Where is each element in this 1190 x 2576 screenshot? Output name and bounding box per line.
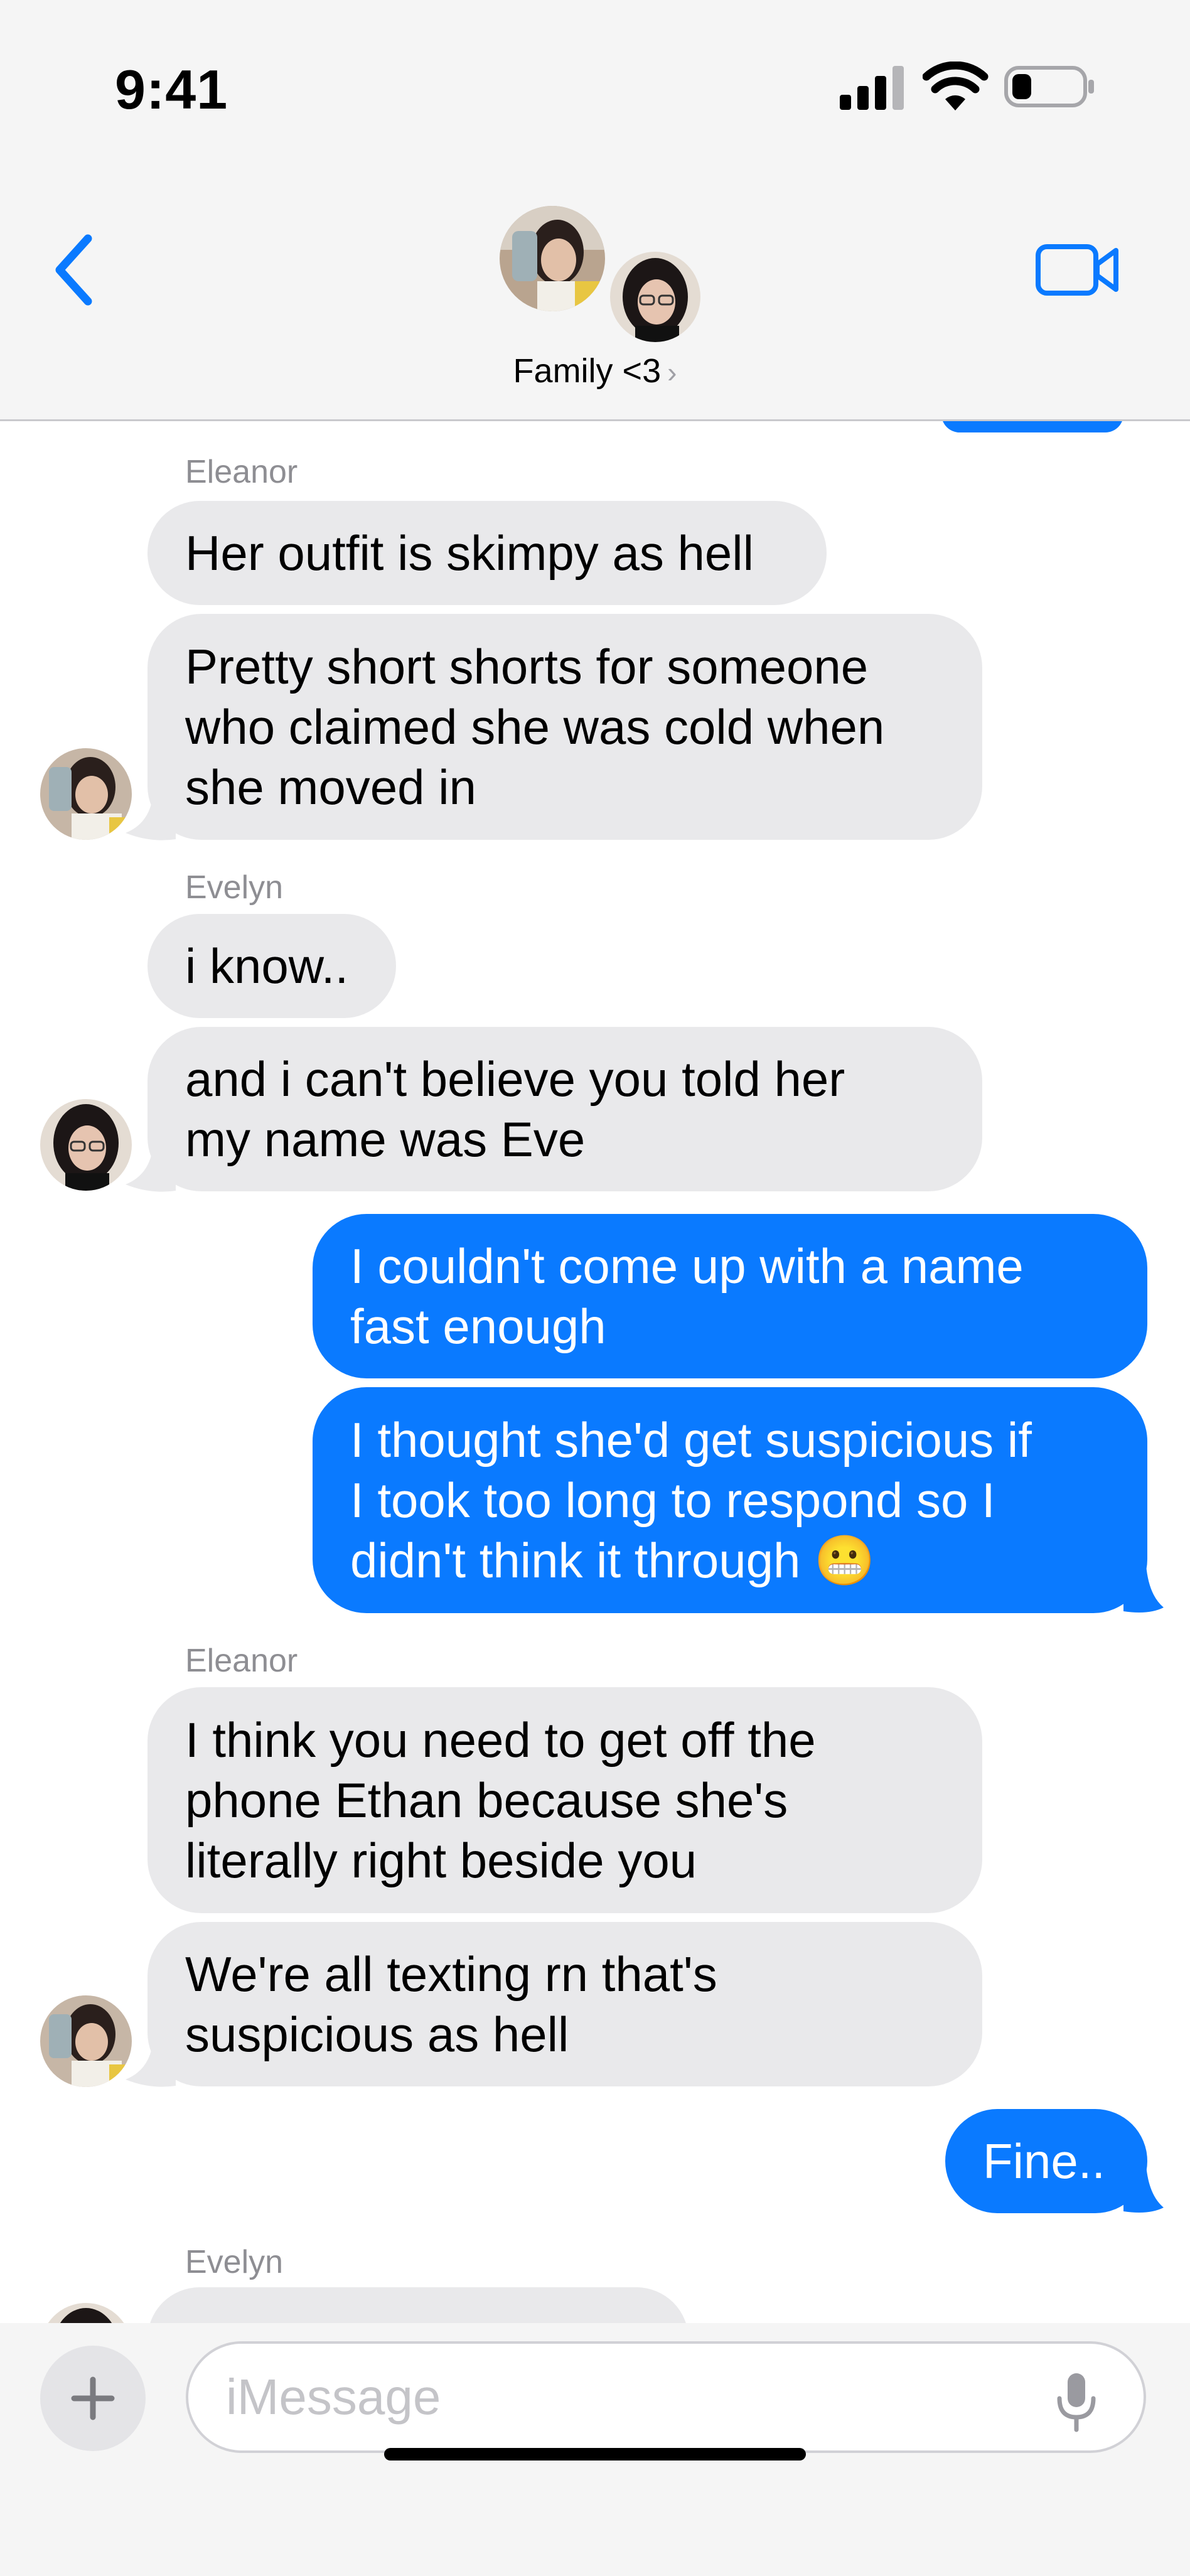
message-line: literally right beside you: [185, 1833, 697, 1888]
avatar-eleanor[interactable]: [40, 748, 132, 840]
conversation-header: Family <3 ›: [0, 188, 1190, 421]
microphone-icon[interactable]: [1054, 2372, 1098, 2432]
group-name[interactable]: Family <3 ›: [0, 352, 1190, 390]
bubble-tail: [126, 2039, 176, 2087]
message-line: didn't think it through 😬: [350, 1533, 876, 1588]
message-line: and i can't believe you told her: [185, 1051, 845, 1107]
message-line: fast enough: [350, 1299, 606, 1354]
message-line: I think you need to get off the: [185, 1712, 816, 1768]
status-time: 9:41: [115, 58, 228, 121]
wifi-icon: [923, 62, 989, 110]
message-line: Pretty short shorts for someone: [185, 639, 869, 694]
home-indicator[interactable]: [384, 2448, 806, 2461]
sender-name: Evelyn: [185, 869, 284, 906]
message-line: Her outfit is skimpy as hell: [185, 525, 754, 581]
avatar-evelyn[interactable]: [606, 248, 704, 346]
group-name-label[interactable]: Family <3: [513, 352, 662, 390]
battery-icon: [1004, 66, 1094, 107]
incoming-message[interactable]: I think you need to get off the phone Et…: [147, 1687, 982, 1913]
incoming-message[interactable]: We're all texting rn that's suspicious a…: [147, 1922, 982, 2086]
message-line: I thought she'd get suspicious if: [350, 1412, 1032, 1468]
outgoing-message[interactable]: I thought she'd get suspicious if I took…: [313, 1387, 1147, 1613]
message-thread[interactable]: Eleanor Her outfit is skimpy as hell Pre…: [0, 421, 1190, 2323]
message-line: she moved in: [185, 759, 476, 815]
avatar-eleanor[interactable]: [500, 206, 605, 311]
bubble-tail: [126, 1144, 176, 1192]
message-line: We're all texting rn that's: [185, 1946, 717, 2002]
plus-button[interactable]: [40, 2346, 146, 2451]
avatar-eleanor[interactable]: [40, 1995, 132, 2087]
bubble-tail: [126, 793, 176, 840]
outgoing-message[interactable]: Fine..: [945, 2109, 1147, 2213]
chevron-right-icon: ›: [667, 356, 677, 389]
avatar-evelyn[interactable]: [40, 2303, 132, 2323]
message-input[interactable]: [186, 2341, 1146, 2453]
message-line: suspicious as hell: [185, 2007, 569, 2062]
status-bar: 9:41: [0, 0, 1190, 188]
incoming-message[interactable]: Her outfit is skimpy as hell: [147, 501, 827, 605]
outgoing-message[interactable]: I couldn't come up with a name fast enou…: [313, 1214, 1147, 1378]
message-line: who claimed she was cold when: [185, 699, 885, 754]
sender-name: Eleanor: [185, 1643, 298, 1679]
message-line: my name was Eve: [185, 1112, 586, 1167]
avatar-evelyn[interactable]: [40, 1099, 132, 1191]
incoming-message[interactable]: [147, 2287, 689, 2323]
incoming-message[interactable]: and i can't believe you told her my name…: [147, 1027, 982, 1191]
video-camera-icon[interactable]: [1034, 235, 1122, 304]
message-line: I couldn't come up with a name: [350, 1238, 1024, 1294]
message-line: i know..: [185, 938, 349, 994]
message-line: phone Ethan because she's: [185, 1773, 788, 1828]
bubble-tail: [1123, 2165, 1164, 2213]
plus-icon: [71, 2376, 115, 2420]
incoming-message[interactable]: Pretty short shorts for someone who clai…: [147, 614, 982, 840]
message-line: Fine..: [983, 2133, 1106, 2189]
back-chevron-icon[interactable]: [44, 226, 107, 314]
incoming-message[interactable]: i know..: [147, 914, 396, 1018]
cellular-signal-icon: [840, 66, 904, 110]
bubble-tail: [1123, 1565, 1164, 1613]
sender-name: Eleanor: [185, 454, 298, 490]
previous-outgoing-bubble: [941, 421, 1123, 432]
message-line: I took too long to respond so I: [350, 1473, 995, 1528]
sender-name: Evelyn: [185, 2244, 284, 2280]
